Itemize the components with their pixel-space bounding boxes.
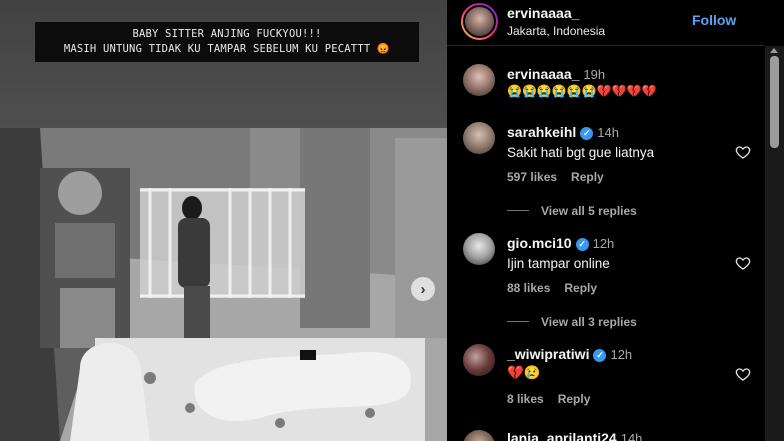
reply-button[interactable]: Reply [564, 281, 597, 295]
comment-text: Sakit hati bgt gue liatnya [507, 145, 655, 160]
comment-username[interactable]: _wiwipratiwi ✓ 12h [507, 346, 632, 362]
post-location[interactable]: Jakarta, Indonesia [507, 24, 605, 38]
comment-username[interactable]: lania_aprilanti24 14h [507, 430, 642, 441]
view-replies-button[interactable]: View all 5 replies [507, 204, 637, 218]
caption-line-2: MASIH UNTUNG TIDAK KU TAMPAR SEBELUM KU … [63, 43, 391, 55]
comment-item: gio.mci10 ✓ 12h Ijin tampar online 88 like… [447, 231, 765, 331]
comment-text: Ijin tampar online [507, 256, 610, 271]
reply-button[interactable]: Reply [571, 170, 604, 184]
heart-icon[interactable] [735, 255, 751, 271]
likes-count[interactable]: 8 likes [507, 392, 544, 406]
comment-time: 12h [610, 347, 633, 362]
author-username[interactable]: ervinaaaa_ [507, 5, 579, 21]
caption-comment: ervinaaaa_ 19h 😭😭😭😭😭😭💔💔💔💔 [447, 62, 765, 104]
reply-button[interactable]: Reply [558, 392, 591, 406]
caption-line-1: BABY SITTER ANJING FUCKYOU!!! [132, 28, 322, 40]
post-details-panel: ervinaaaa_ Jakarta, Indonesia Follow erv… [447, 0, 784, 441]
avatar[interactable] [463, 64, 495, 96]
view-replies-button[interactable]: View all 3 replies [507, 315, 637, 329]
comments-scrollbar[interactable] [765, 46, 784, 441]
verified-badge-icon: ✓ [580, 127, 594, 140]
avatar[interactable] [463, 122, 495, 154]
likes-count[interactable]: 597 likes [507, 170, 557, 184]
comment-actions: 88 likes Reply [507, 281, 597, 295]
next-media-button[interactable]: › [411, 277, 435, 301]
comment-username[interactable]: ervinaaaa_ 19h [507, 66, 605, 82]
comment-time: 14h [620, 431, 643, 441]
scroll-up-arrow-icon[interactable] [770, 48, 778, 53]
comment-username[interactable]: gio.mci10 ✓ 12h [507, 235, 614, 251]
cctv-photo [0, 128, 447, 441]
comment-actions: 8 likes Reply [507, 392, 590, 406]
comment-item: _wiwipratiwi ✓ 12h 💔😢 8 likes Reply [447, 342, 765, 412]
media-top-background [0, 0, 447, 128]
heart-icon[interactable] [735, 144, 751, 160]
comment-text: 😭😭😭😭😭😭💔💔💔💔 [507, 84, 657, 98]
comment-item: sarahkeihl ✓ 14h Sakit hati bgt gue liatny… [447, 120, 765, 220]
heart-icon[interactable] [735, 366, 751, 382]
comment-time: 14h [597, 125, 619, 140]
comment-actions: 597 likes Reply [507, 170, 604, 184]
post-header: ervinaaaa_ Jakarta, Indonesia Follow [447, 0, 784, 42]
comment-time: 12h [592, 236, 615, 251]
author-avatar[interactable] [461, 3, 498, 40]
avatar[interactable] [463, 344, 495, 376]
avatar[interactable] [463, 430, 495, 441]
comment-time: 19h [583, 67, 606, 82]
follow-button[interactable]: Follow [692, 12, 736, 28]
verified-badge-icon: ✓ [593, 349, 607, 362]
comment-username[interactable]: sarahkeihl ✓ 14h [507, 124, 619, 140]
comment-item: lania_aprilanti24 14h [447, 428, 765, 441]
comment-text: 💔😢 [507, 365, 541, 380]
scrollbar-thumb[interactable] [770, 56, 779, 148]
post-media[interactable]: BABY SITTER ANJING FUCKYOU!!! MASIH UNTU… [0, 0, 447, 441]
header-divider [447, 45, 765, 46]
likes-count[interactable]: 88 likes [507, 281, 550, 295]
chevron-right-icon: › [420, 280, 426, 298]
media-caption-overlay: BABY SITTER ANJING FUCKYOU!!! MASIH UNTU… [35, 22, 419, 62]
avatar[interactable] [463, 233, 495, 265]
verified-badge-icon: ✓ [575, 238, 589, 251]
